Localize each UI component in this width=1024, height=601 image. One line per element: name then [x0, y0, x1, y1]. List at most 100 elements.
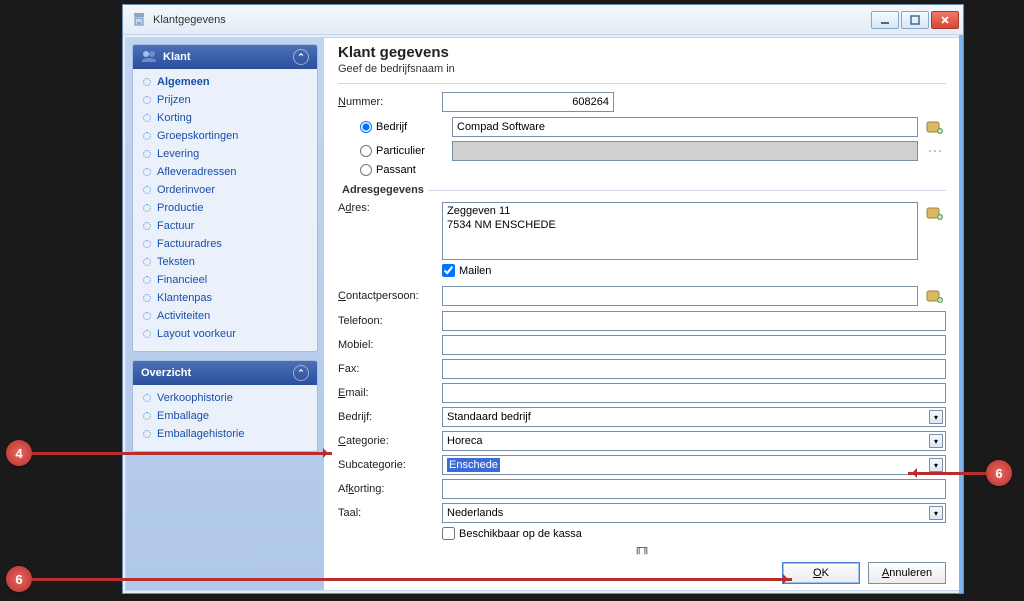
nummer-label: Nummer:	[338, 96, 442, 108]
telefoon-input[interactable]	[442, 311, 946, 331]
close-button[interactable]	[931, 11, 959, 29]
chevron-down-icon: ▾	[929, 410, 943, 424]
chevron-down-icon: ▾	[929, 506, 943, 520]
categorie-select[interactable]: Horeca▾	[442, 431, 946, 451]
sidebar-panel-overzicht: Overzicht ⌃ VerkoophistorieEmballageEmba…	[132, 360, 318, 452]
passant-radio-label: Passant	[376, 164, 416, 176]
sidebar-item-label: Emballagehistorie	[157, 428, 244, 440]
cancel-button[interactable]: Annuleren	[868, 562, 946, 584]
collapse-icon[interactable]: ⌃	[293, 365, 309, 381]
contact-input[interactable]	[442, 286, 918, 306]
sidebar-item-orderinvoer[interactable]: Orderinvoer	[141, 181, 309, 199]
sidebar-item-prijzen[interactable]: Prijzen	[141, 91, 309, 109]
sidebar-item-korting[interactable]: Korting	[141, 109, 309, 127]
bedrijf2-label: Bedrijf:	[338, 411, 442, 423]
sidebar-item-groepskortingen[interactable]: Groepskortingen	[141, 127, 309, 145]
sidebar-item-label: Emballage	[157, 410, 209, 422]
sidebar-item-label: Prijzen	[157, 94, 191, 106]
lookup-contact-icon[interactable]	[924, 285, 946, 307]
bullet-icon	[143, 132, 151, 140]
page-title: Klant gegevens	[338, 44, 946, 61]
sidebar-item-label: Productie	[157, 202, 203, 214]
bedrijf-radio-label: Bedrijf	[376, 121, 452, 133]
sidebar-item-verkoophistorie[interactable]: Verkoophistorie	[141, 389, 309, 407]
afkorting-input[interactable]	[442, 479, 946, 499]
contact-label: Contactpersoon:	[338, 290, 442, 302]
page-subtitle: Geef de bedrijfsnaam in	[338, 63, 946, 75]
sidebar-item-label: Activiteiten	[157, 310, 210, 322]
callout-6-bottom: 6	[6, 566, 792, 592]
sidebar-item-levering[interactable]: Levering	[141, 145, 309, 163]
mobiel-input[interactable]	[442, 335, 946, 355]
sidebar-item-label: Groepskortingen	[157, 130, 238, 142]
callout-4: 4	[6, 440, 332, 466]
nummer-input[interactable]	[442, 92, 614, 112]
bullet-icon	[143, 430, 151, 438]
kassa-checkbox[interactable]	[442, 527, 455, 540]
clear-particulier-icon[interactable]	[924, 140, 946, 162]
right-edge	[959, 35, 963, 593]
fax-label: Fax:	[338, 363, 442, 375]
fax-input[interactable]	[442, 359, 946, 379]
particulier-radio-label: Particulier	[376, 145, 452, 157]
bullet-icon	[143, 204, 151, 212]
bedrijf-select[interactable]: Standaard bedrijf▾	[442, 407, 946, 427]
sidebar-item-layout-voorkeur[interactable]: Layout voorkeur	[141, 325, 309, 343]
particulier-radio[interactable]	[360, 145, 372, 157]
adres-textarea[interactable]: Zeggeven 11 7534 NM ENSCHEDE	[442, 202, 918, 260]
bullet-icon	[143, 168, 151, 176]
sidebar-item-financieel[interactable]: Financieel	[141, 271, 309, 289]
sidebar-item-productie[interactable]: Productie	[141, 199, 309, 217]
adres-section-title: Adresgegevens	[338, 184, 428, 196]
lookup-bedrijf-icon[interactable]	[924, 116, 946, 138]
sidebar-item-klantenpas[interactable]: Klantenpas	[141, 289, 309, 307]
sidebar-item-label: Verkoophistorie	[157, 392, 233, 404]
particulier-input	[452, 141, 918, 161]
sidebar-item-label: Layout voorkeur	[157, 328, 236, 340]
passant-radio[interactable]	[360, 164, 372, 176]
sidebar-item-label: Factuur	[157, 220, 194, 232]
mobiel-label: Mobiel:	[338, 339, 442, 351]
sidebar: Klant ⌃ Algemeen Prijzen Korting Groepskort…	[126, 38, 324, 590]
panel-title: Klant	[163, 51, 191, 63]
maximize-button[interactable]	[901, 11, 929, 29]
email-input[interactable]	[442, 383, 946, 403]
klantgegevens-window: Klantgegevens Klant ⌃ AlgemeenPr	[122, 4, 964, 594]
ok-button[interactable]: OK	[782, 562, 860, 584]
bullet-icon	[143, 394, 151, 402]
sidebar-item-label: Factuuradres	[157, 238, 222, 250]
mailen-checkbox[interactable]	[442, 264, 455, 277]
bullet-icon	[143, 312, 151, 320]
taal-select[interactable]: Nederlands▾	[442, 503, 946, 523]
sidebar-item-algemeen[interactable]: Algemeen	[141, 73, 309, 91]
sidebar-item-label: Financieel	[157, 274, 207, 286]
bullet-icon	[143, 330, 151, 338]
sidebar-item-emballage[interactable]: Emballage	[141, 407, 309, 425]
sidebar-item-label: Levering	[157, 148, 199, 160]
sidebar-item-afleveradressen[interactable]: Afleveradressen	[141, 163, 309, 181]
minimize-button[interactable]	[871, 11, 899, 29]
bedrijf-radio[interactable]	[360, 121, 372, 133]
telefoon-label: Telefoon:	[338, 315, 442, 327]
sidebar-item-activiteiten[interactable]: Activiteiten	[141, 307, 309, 325]
subcategorie-select[interactable]: Enschede▾	[442, 455, 946, 475]
bedrijf-input[interactable]	[452, 117, 918, 137]
adres-label: Adres:	[338, 202, 442, 214]
lookup-adres-icon[interactable]	[924, 202, 946, 224]
bullet-icon	[143, 150, 151, 158]
sidebar-item-teksten[interactable]: Teksten	[141, 253, 309, 271]
bullet-icon	[143, 96, 151, 104]
bullet-icon	[143, 276, 151, 284]
titlebar: Klantgegevens	[123, 5, 963, 35]
resize-grip: ╓╖	[634, 542, 650, 554]
sidebar-item-factuuradres[interactable]: Factuuradres	[141, 235, 309, 253]
categorie-label: Categorie:	[338, 435, 442, 447]
mailen-label: Mailen	[459, 265, 491, 277]
taal-label: Taal:	[338, 507, 442, 519]
email-label: Email:	[338, 387, 442, 399]
sidebar-item-factuur[interactable]: Factuur	[141, 217, 309, 235]
sidebar-item-label: Teksten	[157, 256, 195, 268]
bullet-icon	[143, 412, 151, 420]
bullet-icon	[143, 186, 151, 194]
collapse-icon[interactable]: ⌃	[293, 49, 309, 65]
